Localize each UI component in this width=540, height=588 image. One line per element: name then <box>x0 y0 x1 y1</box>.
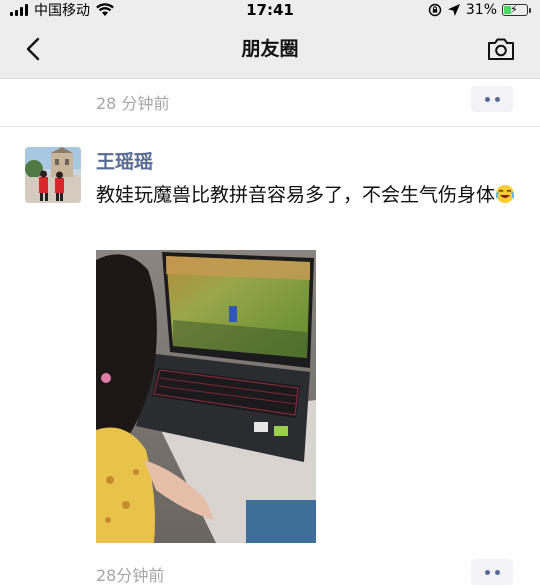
rotation-lock-icon <box>428 3 442 17</box>
dot-icon <box>494 96 500 102</box>
status-right: 31% ⚡ <box>428 0 531 20</box>
status-bar: 中国移动 17:41 31% ⚡ <box>0 0 540 20</box>
post-more-button[interactable] <box>471 559 513 585</box>
location-icon <box>447 4 460 16</box>
page-title: 朋友圈 <box>241 38 299 60</box>
nav-bar: 朋友圈 <box>0 20 540 79</box>
previous-post-more-button[interactable] <box>471 86 513 112</box>
previous-post-time: 28 分钟前 <box>96 94 170 113</box>
dot-icon <box>494 569 500 575</box>
dot-icon <box>484 569 490 575</box>
battery-percent: 31% <box>465 2 497 18</box>
post-image[interactable] <box>96 250 316 543</box>
laughing-crying-emoji-icon <box>495 185 515 203</box>
post-text: 教娃玩魔兽比教拼音容易多了，不会生气伤身体 <box>96 180 521 210</box>
post-time: 28分钟前 <box>96 566 165 585</box>
post-divider <box>0 126 540 127</box>
post-text-content: 教娃玩魔兽比教拼音容易多了，不会生气伤身体 <box>96 184 496 206</box>
avatar-photo <box>25 147 81 203</box>
charging-icon: ⚡ <box>510 3 518 16</box>
battery-icon: ⚡ <box>502 3 531 16</box>
post-author[interactable]: 王瑶瑶 <box>96 147 153 174</box>
camera-button[interactable] <box>486 36 516 62</box>
dot-icon <box>484 96 490 102</box>
post-photo <box>96 250 316 543</box>
avatar[interactable] <box>25 147 81 203</box>
